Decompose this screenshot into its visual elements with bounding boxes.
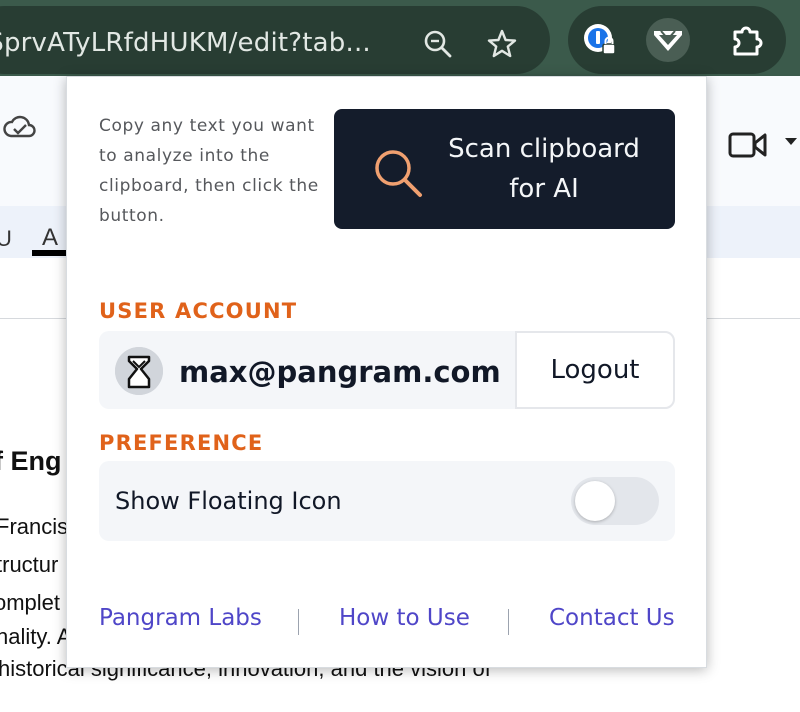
- preference-row: Show Floating Icon: [99, 461, 675, 541]
- preference-heading: PREFERENCE: [99, 431, 264, 455]
- doc-line: Francis: [0, 514, 69, 539]
- underline-button[interactable]: U: [0, 226, 12, 252]
- scan-button-label: Scan clipboard for AI: [434, 129, 654, 209]
- contact-us-link[interactable]: Contact Us: [549, 605, 675, 631]
- pangram-popup: Copy any text you want to analyze into t…: [66, 76, 707, 668]
- url-text[interactable]: KSprvATyLRfdHUKM/edit?tab...: [0, 28, 371, 58]
- how-to-use-link[interactable]: How to Use: [339, 605, 470, 631]
- toggle-knob: [575, 481, 615, 521]
- doc-line: nality. A: [0, 624, 72, 649]
- bookmark-star-icon[interactable]: [486, 28, 518, 60]
- chevron-down-icon[interactable]: [782, 134, 800, 153]
- floating-icon-label: Show Floating Icon: [115, 487, 342, 515]
- video-camera-icon[interactable]: [728, 130, 768, 165]
- scan-clipboard-button[interactable]: Scan clipboard for AI: [334, 109, 675, 229]
- logout-button[interactable]: Logout: [515, 331, 675, 409]
- extensions-area: [568, 6, 786, 74]
- account-email: max@pangram.com: [179, 355, 501, 389]
- doc-line: omplet: [0, 590, 61, 615]
- puzzle-icon[interactable]: [724, 18, 768, 62]
- scan-button-line1: Scan clipboard: [448, 134, 640, 164]
- text-color-indicator: [32, 250, 66, 256]
- pangram-labs-link[interactable]: Pangram Labs: [99, 605, 262, 631]
- footer-divider: [298, 609, 299, 635]
- doc-line: tructur: [0, 552, 59, 577]
- floating-icon-toggle[interactable]: [571, 477, 659, 525]
- footer-divider: [508, 609, 509, 635]
- text-color-button[interactable]: A: [42, 224, 58, 252]
- search-icon[interactable]: [422, 28, 454, 60]
- avatar: [115, 347, 163, 395]
- password-manager-icon[interactable]: [578, 18, 622, 62]
- instructions-text: Copy any text you want to analyze into t…: [99, 116, 319, 226]
- scan-button-line2: for AI: [509, 174, 579, 204]
- user-account-heading: USER ACCOUNT: [99, 299, 298, 323]
- address-bar[interactable]: KSprvATyLRfdHUKM/edit?tab...: [0, 6, 550, 74]
- popup-footer: Pangram Labs How to Use Contact Us: [99, 605, 675, 641]
- cloud-sync-icon: [2, 114, 38, 145]
- account-row: max@pangram.com Logout: [99, 331, 675, 409]
- pangram-extension-icon[interactable]: [646, 18, 690, 62]
- browser-toolbar: KSprvATyLRfdHUKM/edit?tab...: [0, 0, 800, 76]
- magnifier-icon: [370, 145, 426, 201]
- doc-heading-fragment: f Eng: [0, 446, 62, 476]
